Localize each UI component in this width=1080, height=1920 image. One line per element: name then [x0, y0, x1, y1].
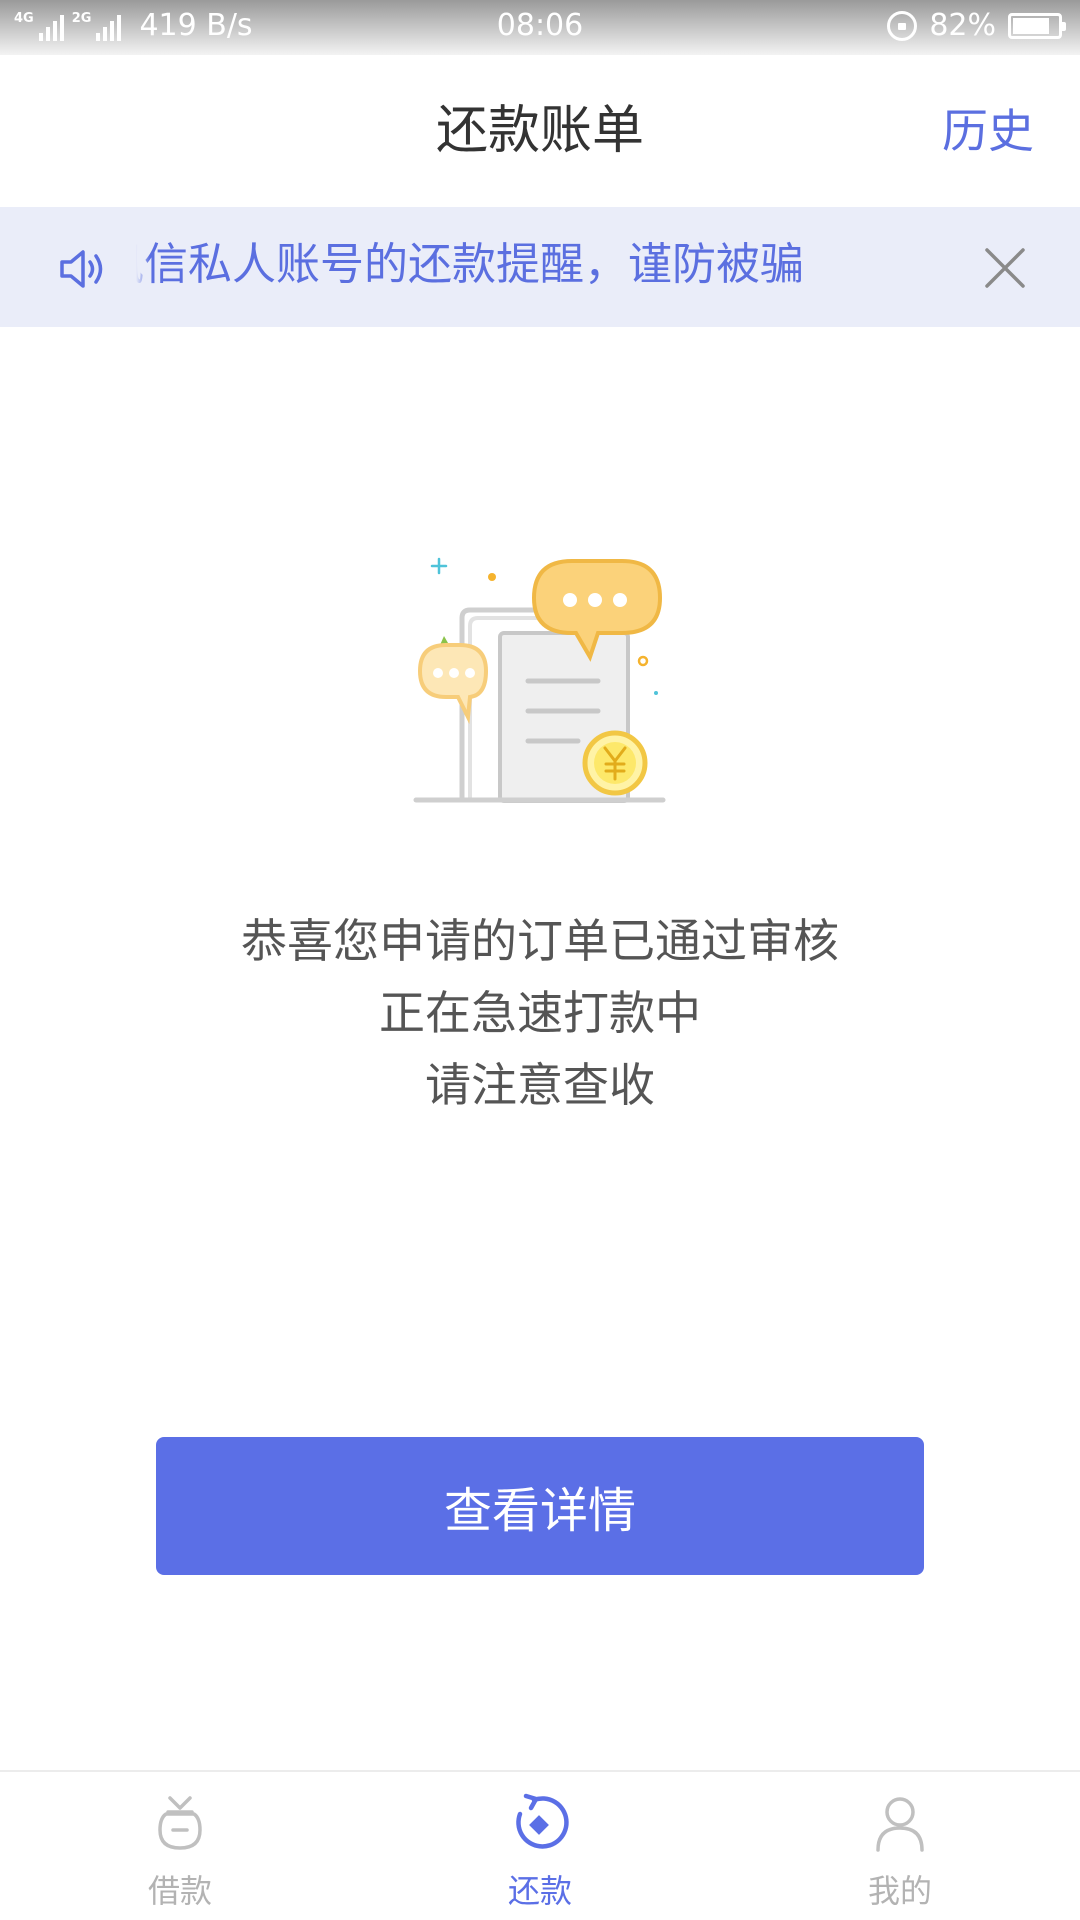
- battery-percent: 82%: [929, 8, 996, 43]
- notice-text: 讯信私人账号的还款提醒，谨防被骗: [136, 239, 804, 290]
- repay-cycle-icon: [516, 1793, 569, 1849]
- status-bar: 4G 2G 419 B/s 08:06 82%: [0, 0, 1080, 55]
- status-right: 82%: [887, 8, 1066, 43]
- bottom-nav: 借款 还款 我的: [0, 1770, 1080, 1920]
- loan-bag-icon: [158, 1796, 202, 1850]
- nav-item-loan[interactable]: 借款: [0, 1772, 360, 1920]
- status-message: 恭喜您申请的订单已通过审核 正在急速打款中 请注意查收: [0, 905, 1080, 1121]
- speaker-icon: [60, 250, 103, 288]
- approved-order-illustration: [413, 557, 666, 803]
- nav-label-mine: 我的: [867, 1872, 932, 1910]
- app-header: 还款账单 历史: [0, 55, 1080, 207]
- rotation-lock-icon: [887, 10, 918, 41]
- nav-item-repay[interactable]: 还款: [360, 1772, 720, 1920]
- history-button[interactable]: 历史: [942, 101, 1034, 161]
- close-icon[interactable]: [982, 245, 1028, 291]
- notice-marquee: 讯信私人账号的还款提醒，谨防被骗: [136, 207, 836, 327]
- nav-label-repay: 还款: [507, 1872, 572, 1910]
- message-line: 恭喜您申请的订单已通过审核: [241, 914, 839, 968]
- nav-label-loan: 借款: [147, 1872, 212, 1910]
- message-line: 正在急速打款中: [379, 986, 701, 1040]
- view-details-button[interactable]: 查看详情: [156, 1437, 924, 1575]
- battery-fill: [1013, 17, 1050, 34]
- nav-item-mine[interactable]: 我的: [720, 1772, 1080, 1920]
- notice-bar: 讯信私人账号的还款提醒，谨防被骗: [0, 207, 1080, 327]
- page-title: 还款账单: [435, 101, 644, 161]
- battery-icon: [1008, 12, 1066, 39]
- user-icon: [876, 1797, 924, 1852]
- message-line: 请注意查收: [425, 1058, 655, 1112]
